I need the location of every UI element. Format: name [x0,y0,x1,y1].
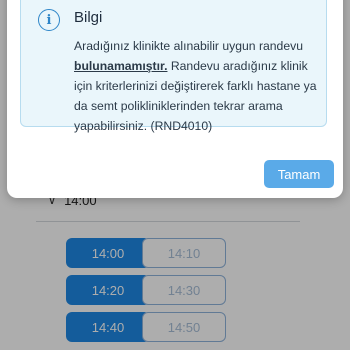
dialog-title: Bilgi [74,9,103,26]
ok-button[interactable]: Tamam [264,160,334,188]
message-emphasis: bulunamamıştır. [74,59,168,73]
info-icon: i [38,9,60,31]
info-dialog: i Bilgi Aradığınız klinikte alınabilir u… [7,0,343,198]
message-text: Aradığınız klinikte alınabilir uygun ran… [74,39,303,53]
dialog-message: Aradığınız klinikte alınabilir uygun ran… [74,36,324,136]
info-alert: i Bilgi Aradığınız klinikte alınabilir u… [20,0,327,133]
